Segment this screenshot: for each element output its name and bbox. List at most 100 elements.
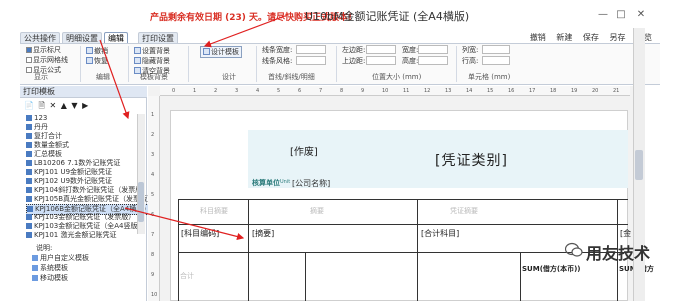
save-action[interactable]: 保存	[583, 33, 599, 42]
separator	[256, 46, 257, 82]
design-icon	[203, 48, 210, 55]
ruler-tick: 6	[298, 88, 302, 94]
ruler-tick: 14	[466, 88, 473, 94]
checkbox-icon	[26, 57, 32, 63]
subject-code-field[interactable]: [科目编码]	[181, 228, 219, 239]
ruler-tick: 3	[235, 88, 239, 94]
ruler-tick: 9	[151, 272, 155, 278]
save-as-action[interactable]: 另存	[609, 33, 625, 42]
ruler-tick: 7	[151, 232, 155, 238]
void-field[interactable]: [作废]	[290, 143, 318, 158]
tree-item[interactable]: KPJ103金额记账凭证（发票版）	[26, 213, 135, 222]
grid-line	[178, 199, 628, 200]
template-panel: 打印模板 📄 🗎 ✕ ▲ ▼ ▶ 123 丹丹 复打合计 数量金额式 汇总模板 …	[20, 86, 154, 301]
left-ruler	[148, 96, 160, 301]
tree-item[interactable]: KPJ101 U9金额记账凭证	[26, 168, 112, 177]
width-field[interactable]	[418, 45, 448, 54]
tree-item[interactable]: KPJ103金额记账凭证（全A4竖版）	[26, 222, 144, 231]
tree-item[interactable]: KPJ101 激光金额记账凭证	[26, 231, 116, 240]
close-button[interactable]: ✕	[634, 9, 648, 21]
height-label: 高度:	[402, 57, 419, 65]
template-icon	[26, 232, 32, 238]
vertical-scroll-thumb[interactable]	[635, 150, 643, 180]
ruler-tick: 12	[424, 88, 431, 94]
template-icon	[26, 151, 32, 157]
left-margin-field[interactable]	[366, 45, 396, 54]
voucher-category-field[interactable]: [凭证类别]	[435, 150, 508, 170]
system-template-icon	[32, 265, 38, 271]
edit-group-label: 编辑	[96, 73, 110, 81]
separator	[80, 46, 81, 82]
amount-field[interactable]: [金	[620, 228, 631, 239]
template-icon	[26, 115, 32, 121]
grid-line	[178, 199, 179, 301]
tree-item[interactable]: 复打合计	[26, 132, 62, 141]
separator	[336, 46, 337, 82]
ruler-tick: 8	[151, 252, 155, 258]
ruler-tick: 15	[487, 88, 494, 94]
hide-background-button[interactable]: 隐藏背景	[134, 56, 170, 66]
ruler-tick: 4	[256, 88, 260, 94]
checkbox-show-grid[interactable]: 显示网格线	[26, 56, 68, 65]
grid-line	[248, 199, 249, 301]
view-group-label: 显示	[34, 73, 48, 81]
line-style-field[interactable]	[296, 56, 326, 65]
accounting-unit-label: 核算单位	[252, 179, 280, 187]
tree-item[interactable]: KPJ104斜打数外记账凭证（发票版）	[26, 186, 149, 195]
image-icon	[134, 47, 141, 54]
template-icon	[26, 178, 32, 184]
redo-button[interactable]: 恢复	[86, 56, 108, 66]
company-name-field[interactable]: [公司名称]	[292, 178, 330, 189]
summary-field[interactable]: [摘要]	[252, 228, 274, 239]
height-field[interactable]	[418, 56, 448, 65]
tree-item[interactable]: KPJ102 U9数外记账凭证	[26, 177, 112, 186]
design-template-button[interactable]: 设计模板	[200, 46, 242, 58]
checkbox-icon	[26, 47, 32, 53]
ruler-tick: 13	[445, 88, 452, 94]
sum-debit-field[interactable]: SUM(借方(本币))	[522, 264, 581, 274]
checkbox-show-ruler[interactable]: 显示标尺	[26, 46, 61, 55]
grid-line	[520, 252, 521, 301]
new-action[interactable]: 新建	[556, 33, 572, 42]
ruler-tick: 2	[151, 132, 155, 138]
top-margin-field[interactable]	[366, 56, 396, 65]
line-style-label: 线条风格:	[262, 57, 293, 65]
col-width-field[interactable]	[482, 45, 510, 54]
tree-item[interactable]: KPJ105B真光金额记账凭证（发票版）	[26, 195, 154, 204]
ruler-tick: 5	[277, 88, 281, 94]
line-width-field[interactable]	[296, 45, 326, 54]
user-template-icon	[32, 255, 38, 261]
legend-item: 系统模板	[32, 264, 68, 273]
tree-item[interactable]: 汇总模板	[26, 150, 62, 159]
undo-action[interactable]: 撤销	[530, 33, 546, 42]
template-icon	[26, 169, 32, 175]
accounting-unit-sublabel: Unit	[280, 179, 291, 185]
ruler-tick: 5	[151, 192, 155, 198]
panel-scroll-thumb[interactable]	[138, 182, 144, 222]
ruler-tick: 8	[340, 88, 344, 94]
set-background-button[interactable]: 设置背景	[134, 46, 170, 56]
tree-item[interactable]: LB10206 7.1数外记账凭证	[26, 159, 120, 168]
undo-button[interactable]: 撤销	[86, 46, 108, 56]
row-height-field[interactable]	[482, 56, 510, 65]
design-group-label: 设计	[222, 73, 236, 81]
cell-group-label: 单元格 (mm)	[468, 73, 511, 81]
tree-item[interactable]: 数量金额式	[26, 141, 69, 150]
account-field[interactable]: [合计科目]	[421, 228, 459, 239]
template-icon	[26, 133, 32, 139]
minimize-button[interactable]: —	[596, 9, 610, 21]
line-width-label: 线条宽度:	[262, 46, 293, 54]
panel-toolbar[interactable]: 📄 🗎 ✕ ▲ ▼ ▶	[24, 100, 89, 114]
template-icon	[27, 206, 33, 212]
separator	[128, 46, 129, 82]
top-margin-label: 上边距:	[342, 57, 366, 65]
checkbox-icon	[26, 67, 32, 73]
ruler-tick: 11	[403, 88, 410, 94]
template-icon	[26, 124, 32, 130]
template-icon	[26, 214, 32, 220]
ruler-tick: 2	[214, 88, 218, 94]
maximize-button[interactable]: □	[614, 9, 628, 21]
tree-item[interactable]: 丹丹	[26, 123, 48, 132]
ruler-tick: 9	[361, 88, 365, 94]
tree-item[interactable]: 123	[26, 114, 47, 123]
